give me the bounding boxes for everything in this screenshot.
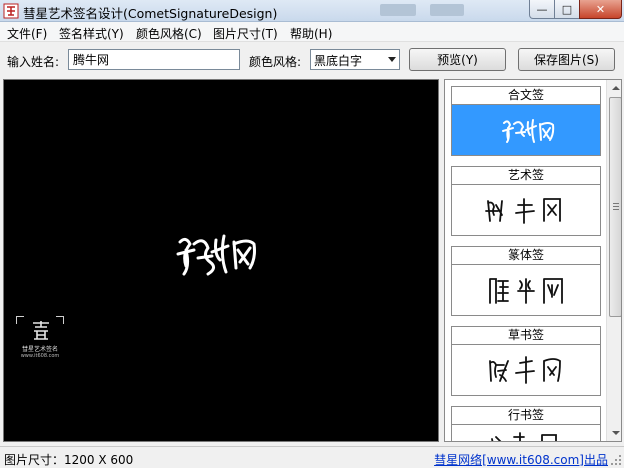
style-card-preview [452,345,600,395]
watermark-name: 彗星艺术签名 [21,346,58,353]
grip-line [613,203,619,204]
maximize-button[interactable]: □ [554,0,580,19]
signature-preview [491,432,557,441]
status-bar: 图片尺寸：1200 X 600 彗星网络[www.it608.com]出品 [0,446,624,468]
style-card-preview [452,105,600,155]
grip-line [613,206,619,207]
blurred-region [430,4,464,16]
style-card-seal[interactable]: 篆体签 [451,246,601,316]
style-card-preview [452,265,600,315]
style-card-preview [452,185,600,235]
panel-scrollbar[interactable] [606,80,621,441]
watermark-corner [56,316,64,324]
style-card-title: 草书签 [452,327,600,345]
signature-preview [502,119,555,143]
style-card-art[interactable]: 艺术签 [451,166,601,236]
window-title: 彗星艺术签名设计(CometSignatureDesign) [23,6,278,21]
grip-line [613,209,619,210]
scroll-down-button[interactable] [608,425,621,441]
watermark-url: www.it608.com [20,353,60,359]
title-bar: 彗星艺术签名设计(CometSignatureDesign) — □ ✕ [0,0,624,22]
preview-button[interactable]: 预览(Y) [409,48,506,71]
scroll-thumb[interactable] [609,97,621,317]
signature-canvas: 彗星艺术签名 www.it608.com [3,79,439,442]
style-card-title: 艺术签 [452,167,600,185]
style-card-preview [452,425,600,441]
style-card-hewen[interactable]: 合文签 [451,86,601,156]
minimize-button[interactable]: — [529,0,555,19]
menu-bar: 文件(F) 签名样式(Y) 颜色风格(C) 图片尺寸(T) 帮助(H) [0,22,624,42]
seal-glyph-icon [33,321,49,340]
menu-help[interactable]: 帮助(H) [290,25,332,42]
watermark-corner [16,316,24,324]
signature-artwork [176,234,256,276]
color-style-value: 黑底白字 [314,54,363,68]
blurred-region [380,4,416,16]
menu-image-size[interactable]: 图片尺寸(T) [213,25,278,42]
image-size-status: 图片尺寸：1200 X 600 [4,453,134,467]
resize-grip-icon[interactable] [610,454,622,466]
menu-color-style[interactable]: 颜色风格(C) [136,25,202,42]
arrow-down-icon [611,431,620,435]
color-style-label: 颜色风格: [249,55,302,69]
toolbar: 输入姓名: 颜色风格: 黑底白字 预览(Y) 保存图片(S) [0,43,624,77]
name-label: 输入姓名: [7,55,60,69]
style-list-panel: 合文签 艺术签 篆体签 草书签 行书签 [444,79,622,442]
credit-link[interactable]: 彗星网络[www.it608.com]出品 [434,451,608,468]
style-card-running[interactable]: 行书签 [451,406,601,441]
style-card-cursive[interactable]: 草书签 [451,326,601,396]
color-style-select[interactable]: 黑底白字 [310,49,400,70]
name-input[interactable] [68,49,240,70]
style-card-title: 行书签 [452,407,600,425]
signature-preview [489,278,563,304]
signature-preview [485,198,561,224]
close-button[interactable]: ✕ [579,0,622,19]
menu-file[interactable]: 文件(F) [7,25,47,42]
chevron-down-icon [388,57,396,62]
save-image-button[interactable]: 保存图片(S) [518,48,615,71]
scroll-up-button[interactable] [608,80,621,96]
watermark-seal: 彗星艺术签名 www.it608.com [16,316,64,362]
style-card-title: 篆体签 [452,247,600,265]
arrow-up-icon [611,86,620,90]
comet-seal-icon [3,3,19,19]
signature-preview [489,356,561,384]
style-card-title: 合文签 [452,87,600,105]
menu-signature-style[interactable]: 签名样式(Y) [59,25,124,42]
